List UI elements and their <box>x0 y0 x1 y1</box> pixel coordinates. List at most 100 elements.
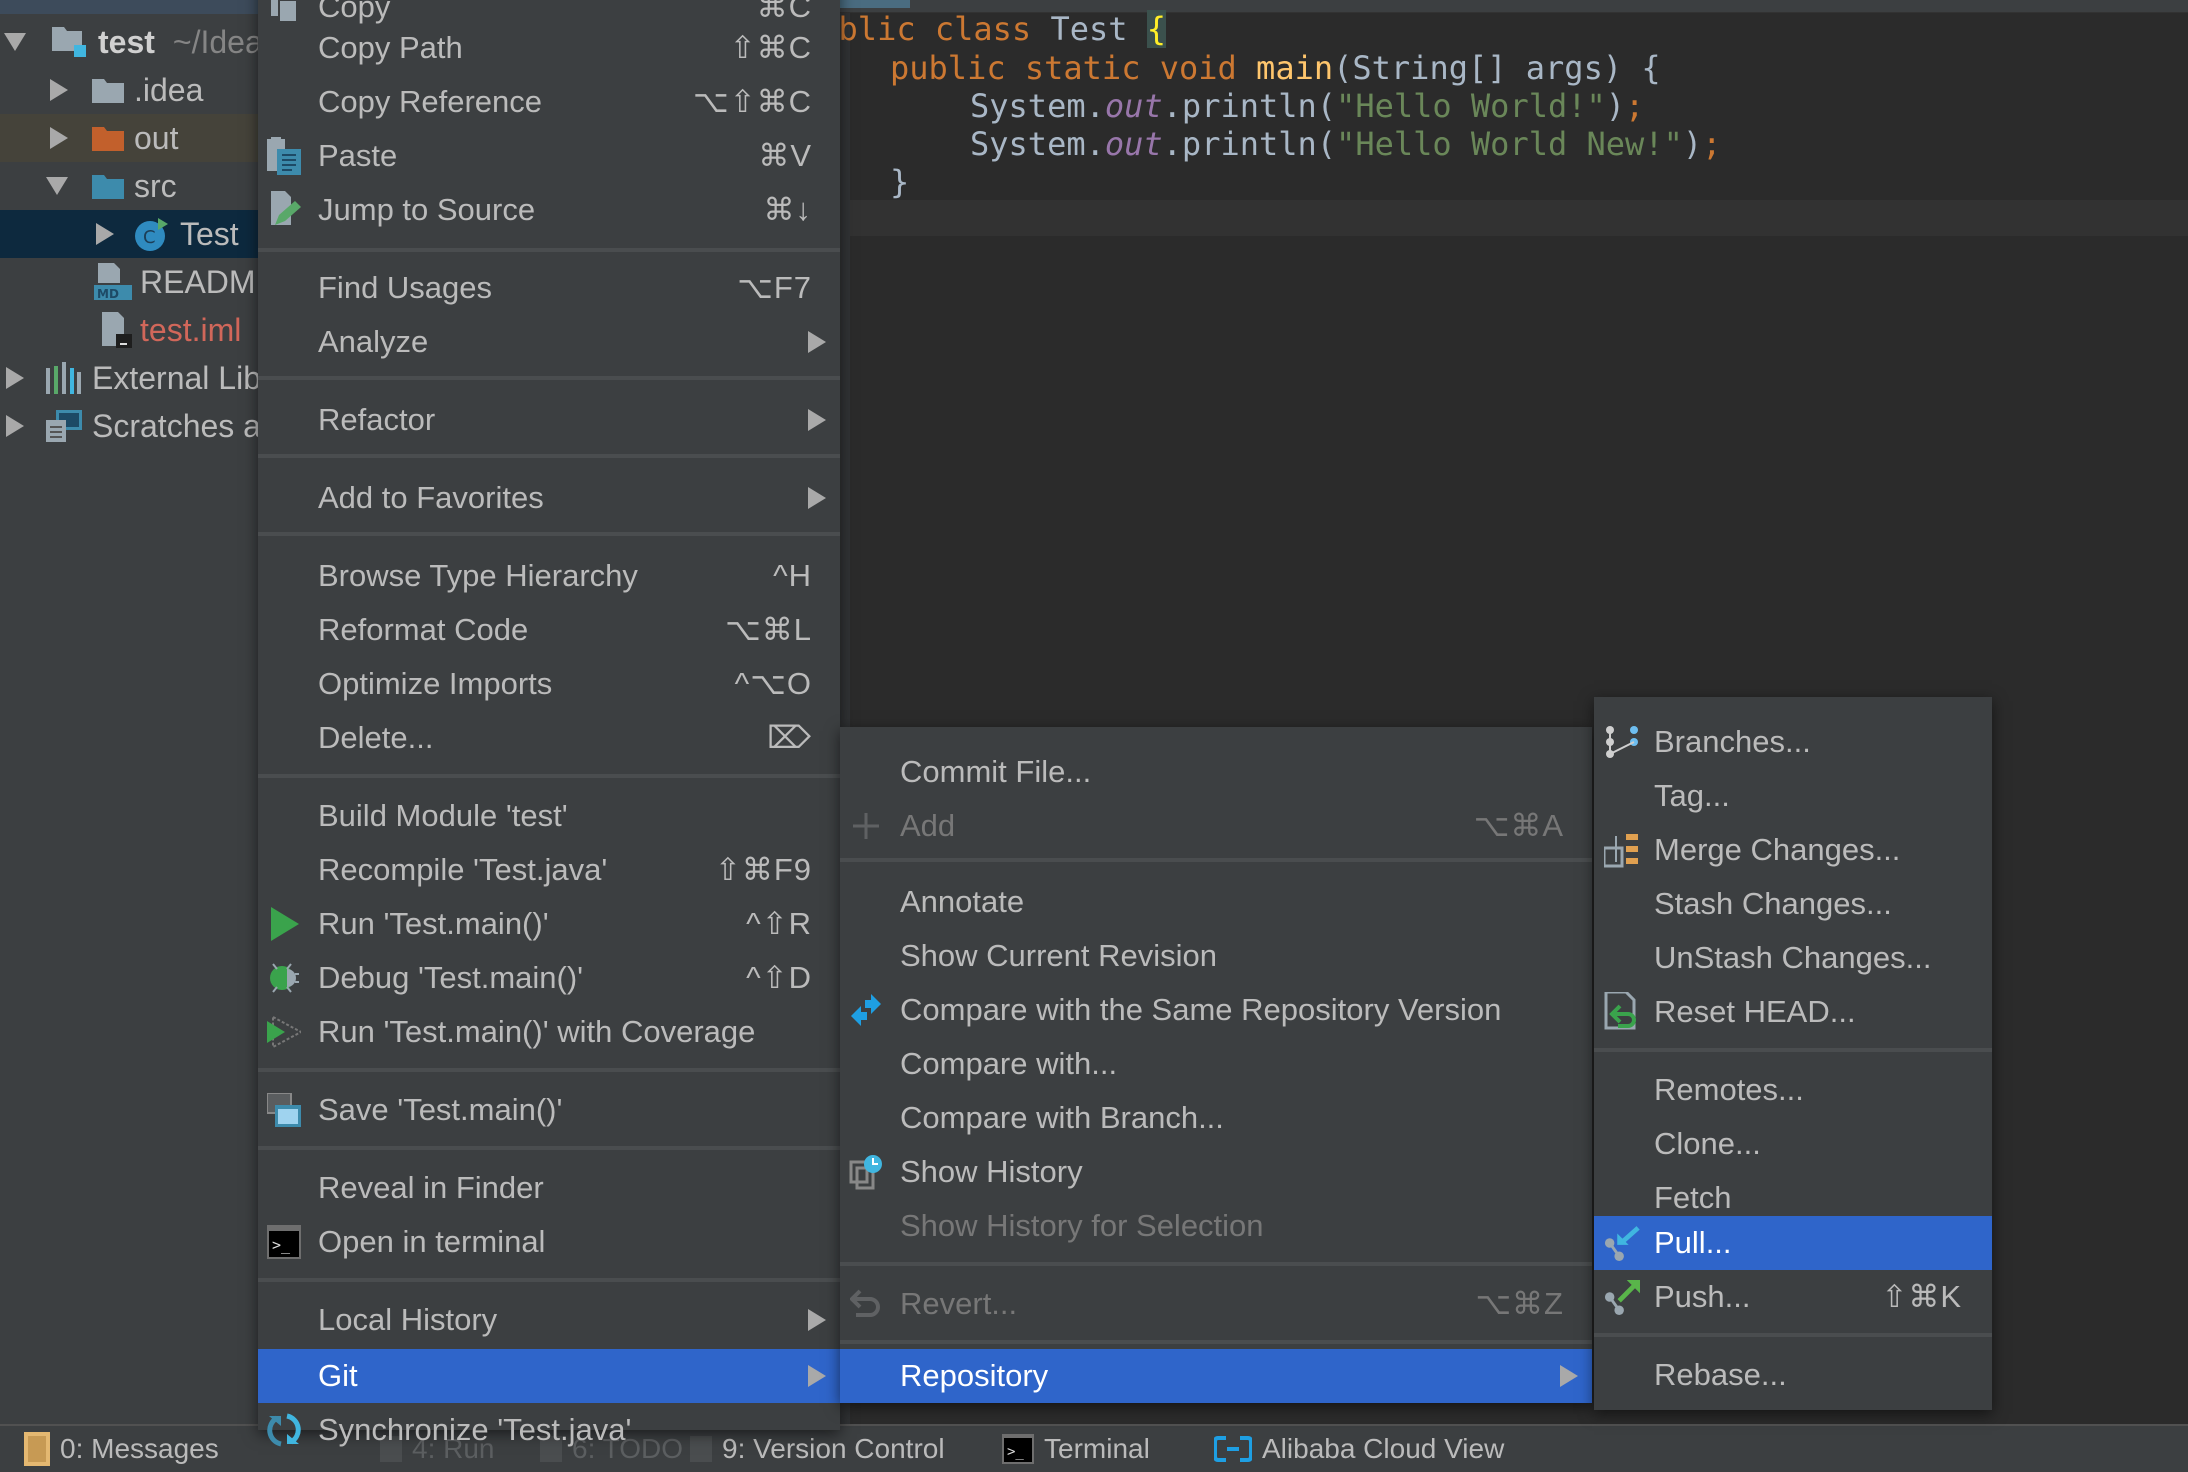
menu-item-refactor[interactable]: Refactor <box>258 393 840 447</box>
menu-item-label: Run 'Test.main()' with Coverage <box>318 1014 756 1049</box>
menu-item-branches[interactable]: Branches... <box>1594 715 1992 769</box>
menu-item-tag[interactable]: Tag... <box>1594 769 1992 823</box>
menu-item-remotes[interactable]: Remotes... <box>1594 1063 1992 1117</box>
branches-icon <box>1604 724 1640 760</box>
collapse-arrow-icon[interactable] <box>46 177 68 195</box>
menu-item-revert[interactable]: Revert... ⌥⌘Z <box>840 1277 1592 1331</box>
tree-node-test-iml[interactable]: test.iml <box>0 306 258 354</box>
code-line-4: System.out.println("Hello World New!"); <box>970 125 1721 163</box>
menu-item-shortcut: ⇧⌘F9 <box>714 852 812 887</box>
code-line-2: public static void main(String[] args) { <box>890 49 1661 87</box>
tree-node-readme[interactable]: MD README.md <box>0 258 258 306</box>
code-token: .println( <box>1162 87 1337 125</box>
menu-item-rebase[interactable]: Rebase... <box>1594 1348 1992 1402</box>
menu-item-commit-file[interactable]: Commit File... <box>840 745 1592 799</box>
tree-node-idea[interactable]: .idea <box>0 66 258 114</box>
submenu-arrow-icon <box>808 409 826 431</box>
menu-item-push[interactable]: Push... ⇧⌘K <box>1594 1270 1992 1324</box>
menu-item-find-usages[interactable]: Find Usages ⌥F7 <box>258 261 840 315</box>
code-token: (String[] args) { <box>1333 49 1661 87</box>
sync-icon <box>266 1412 302 1448</box>
menu-item-merge-changes[interactable]: Merge Changes... <box>1594 823 1992 877</box>
expand-arrow-icon[interactable] <box>6 367 24 389</box>
menu-item-pull[interactable]: Pull... <box>1594 1216 1992 1270</box>
menu-item-browse-type-hierarchy[interactable]: Browse Type Hierarchy ^H <box>258 549 840 603</box>
paste-icon <box>266 137 302 175</box>
menu-item-run-with-coverage[interactable]: Run 'Test.main()' with Coverage <box>258 1005 840 1059</box>
menu-item-jump-to-source[interactable]: Jump to Source ⌘↓ <box>258 183 840 237</box>
tool-window-alibaba-cloud[interactable]: Alibaba Cloud View <box>1214 1426 1504 1472</box>
menu-item-add[interactable]: Add ⌥⌘A <box>840 799 1592 853</box>
messages-icon <box>24 1432 50 1466</box>
menu-item-compare-with[interactable]: Compare with... <box>840 1037 1592 1091</box>
menu-item-reveal-in-finder[interactable]: Reveal in Finder <box>258 1161 840 1215</box>
menu-item-label: Push... <box>1654 1279 1751 1314</box>
tool-window-label: 0: Messages <box>60 1433 219 1464</box>
tree-node-out[interactable]: out <box>0 114 258 162</box>
active-editor-tab[interactable] <box>840 0 910 8</box>
menu-item-label: Compare with... <box>900 1046 1118 1081</box>
current-line-highlight <box>850 200 2188 236</box>
menu-item-reset-head[interactable]: Reset HEAD... <box>1594 985 1992 1039</box>
menu-item-copy-path[interactable]: Copy Path ⇧⌘C <box>258 21 840 75</box>
menu-item-annotate[interactable]: Annotate <box>840 875 1592 929</box>
menu-item-open-in-terminal[interactable]: >_ Open in terminal <box>258 1215 840 1269</box>
menu-item-repository[interactable]: Repository <box>840 1349 1592 1403</box>
menu-item-recompile[interactable]: Recompile 'Test.java' ⇧⌘F9 <box>258 843 840 897</box>
menu-item-label: Stash Changes... <box>1654 886 1892 921</box>
push-icon <box>1604 1279 1640 1315</box>
tree-node-test-class[interactable]: C Test <box>0 210 258 258</box>
project-tree-header <box>0 0 258 14</box>
menu-item-label: Merge Changes... <box>1654 832 1901 867</box>
menu-item-label: Add to Favorites <box>318 480 544 515</box>
tool-window-terminal[interactable]: >_ Terminal <box>1002 1426 1150 1472</box>
menu-item-analyze[interactable]: Analyze <box>258 315 840 369</box>
expand-arrow-icon[interactable] <box>96 223 114 245</box>
menu-item-local-history[interactable]: Local History <box>258 1293 840 1347</box>
menu-item-show-history-for-selection[interactable]: Show History for Selection <box>840 1199 1592 1253</box>
excluded-folder-icon <box>92 124 124 152</box>
menu-item-clone[interactable]: Clone... <box>1594 1117 1992 1171</box>
menu-item-compare-same-repo-version[interactable]: Compare with the Same Repository Version <box>840 983 1592 1037</box>
tree-node-scratches[interactable]: Scratches and Consoles <box>0 402 258 450</box>
code-token: class <box>934 10 1051 48</box>
menu-item-show-history[interactable]: Show History <box>840 1145 1592 1199</box>
menu-item-shortcut: ⌥⇧⌘C <box>692 84 812 119</box>
expand-arrow-icon[interactable] <box>50 127 68 149</box>
menu-item-label: Save 'Test.main()' <box>318 1092 563 1127</box>
tree-node-label: External Libraries <box>92 359 258 396</box>
menu-item-git[interactable]: Git <box>258 1349 840 1403</box>
menu-item-reformat-code[interactable]: Reformat Code ⌥⌘L <box>258 603 840 657</box>
code-token: { <box>1146 10 1167 48</box>
menu-item-delete[interactable]: Delete... ⌦ <box>258 711 840 765</box>
menu-item-label: Revert... <box>900 1286 1018 1321</box>
expand-arrow-icon[interactable] <box>6 415 24 437</box>
expand-arrow-icon[interactable] <box>4 33 26 51</box>
menu-item-synchronize[interactable]: Synchronize 'Test.java' <box>258 1403 840 1457</box>
menu-item-add-to-favorites[interactable]: Add to Favorites <box>258 471 840 525</box>
tree-node-label: .idea <box>134 71 204 108</box>
tree-node-src[interactable]: src <box>0 162 258 210</box>
tree-node-project-root[interactable]: test ~/IdeaProjects/test <box>0 18 258 66</box>
menu-item-shortcut: ⌥⌘Z <box>1475 1286 1564 1321</box>
menu-item-unstash-changes[interactable]: UnStash Changes... <box>1594 931 1992 985</box>
menu-item-optimize-imports[interactable]: Optimize Imports ^⌥O <box>258 657 840 711</box>
tree-node-external-libraries[interactable]: External Libraries <box>0 354 258 402</box>
menu-item-show-current-revision[interactable]: Show Current Revision <box>840 929 1592 983</box>
terminal-tool-icon: >_ <box>1002 1434 1034 1464</box>
menu-item-shortcut: ⌥⌘A <box>1473 808 1564 843</box>
menu-item-paste[interactable]: Paste ⌘V <box>258 129 840 183</box>
menu-item-debug[interactable]: Debug 'Test.main()' ^⇧D <box>258 951 840 1005</box>
menu-item-shortcut: ⌘↓ <box>763 192 812 227</box>
menu-item-compare-with-branch[interactable]: Compare with Branch... <box>840 1091 1592 1145</box>
menu-item-label: Reset HEAD... <box>1654 994 1856 1029</box>
compare-icon <box>848 992 884 1028</box>
menu-item-stash-changes[interactable]: Stash Changes... <box>1594 877 1992 931</box>
expand-arrow-icon[interactable] <box>50 79 68 101</box>
tree-node-label: Scratches and Consoles <box>92 407 258 444</box>
menu-item-save-configuration[interactable]: Save 'Test.main()' <box>258 1083 840 1137</box>
menu-item-copy-reference[interactable]: Copy Reference ⌥⇧⌘C <box>258 75 840 129</box>
menu-item-build-module[interactable]: Build Module 'test' <box>258 789 840 843</box>
tool-window-messages[interactable]: 0: Messages <box>24 1426 219 1472</box>
menu-item-run[interactable]: Run 'Test.main()' ^⇧R <box>258 897 840 951</box>
